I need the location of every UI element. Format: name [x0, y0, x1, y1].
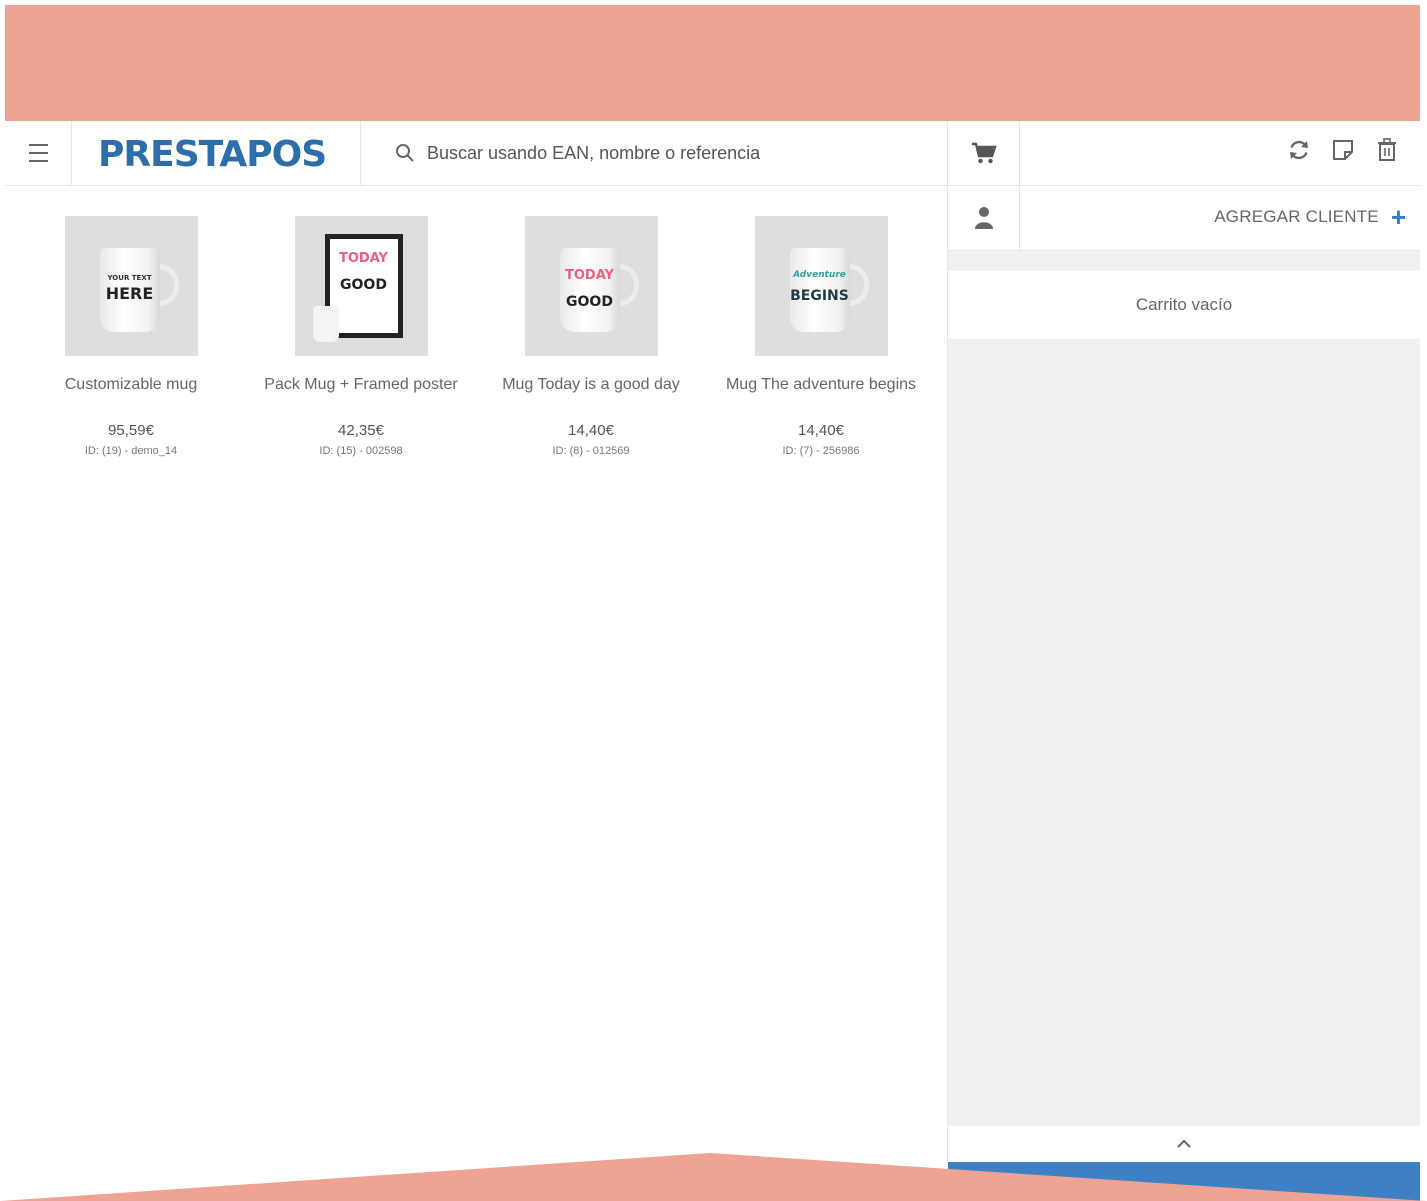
note-icon	[1333, 140, 1353, 160]
product-price: 14,40€	[568, 422, 614, 439]
plus-icon: +	[1390, 202, 1406, 232]
product-card[interactable]: TODAY GOOD Pack Mug + Framed poster 42,3…	[246, 216, 476, 457]
product-name: Mug The adventure begins	[725, 376, 917, 393]
logo: PRESTAPOS	[98, 129, 327, 179]
product-reference: ID: (19) - demo_14	[84, 445, 178, 457]
product-image: TODAY GOOD	[524, 216, 658, 356]
search-bar	[395, 139, 935, 167]
search-icon	[396, 144, 414, 162]
cart-tab[interactable]	[948, 121, 1020, 185]
decorative-top-band	[5, 5, 1420, 121]
add-client-button[interactable]: AGREGAR CLIENTE +	[1214, 202, 1406, 232]
delete-cart-button[interactable]	[1374, 137, 1400, 163]
product-price: 95,59€	[108, 422, 154, 439]
add-client-label: AGREGAR CLIENTE	[1214, 207, 1379, 226]
product-reference: ID: (7) - 256986	[782, 445, 860, 457]
product-name: Mug Today is a good day	[502, 376, 680, 393]
menu-button[interactable]	[5, 121, 72, 185]
product-price: 14,40€	[798, 422, 844, 439]
divider	[360, 121, 361, 185]
logo-text: PRESTAPOS	[98, 133, 327, 175]
pos-app: PRESTAPOS YOUR TEXT HERE Customizable mu…	[5, 121, 1420, 1201]
product-card[interactable]: TODAY GOOD Mug Today is a good day 14,40…	[476, 216, 706, 457]
customer-tab[interactable]	[948, 186, 1020, 250]
product-name: Customizable mug	[64, 376, 198, 393]
product-reference: ID: (8) - 012569	[552, 445, 630, 457]
product-card[interactable]: YOUR TEXT HERE Customizable mug 95,59€ I…	[16, 216, 246, 457]
cart-panel: AGREGAR CLIENTE + Carrito vacío	[948, 121, 1420, 1201]
refresh-icon	[1290, 140, 1308, 160]
cart-toolbar	[1286, 137, 1400, 163]
top-bar: PRESTAPOS	[5, 121, 948, 186]
refresh-button[interactable]	[1286, 137, 1312, 163]
customer-row: AGREGAR CLIENTE +	[948, 186, 1420, 251]
chevron-up-icon	[1177, 1139, 1191, 1148]
product-name: Pack Mug + Framed poster	[264, 376, 458, 393]
product-image: YOUR TEXT HERE	[64, 216, 198, 356]
product-reference: ID: (15) - 002598	[319, 445, 403, 457]
product-image: Adventure BEGINS	[754, 216, 888, 356]
cart-header	[948, 121, 1420, 186]
menu-icon	[28, 141, 48, 165]
search-input[interactable]	[427, 142, 907, 164]
cart-icon	[971, 142, 997, 164]
empty-cart-text: Carrito vacío	[1135, 295, 1233, 314]
user-icon	[974, 207, 993, 229]
product-price: 42,35€	[338, 422, 384, 439]
empty-cart-message: Carrito vacío	[948, 271, 1420, 339]
trash-icon	[1378, 138, 1396, 161]
product-image: TODAY GOOD	[294, 216, 428, 356]
note-button[interactable]	[1330, 137, 1356, 163]
product-grid: YOUR TEXT HERE Customizable mug 95,59€ I…	[5, 186, 948, 1163]
decorative-bottom-band	[0, 1153, 1427, 1201]
product-card[interactable]: Adventure BEGINS Mug The adventure begin…	[706, 216, 936, 457]
